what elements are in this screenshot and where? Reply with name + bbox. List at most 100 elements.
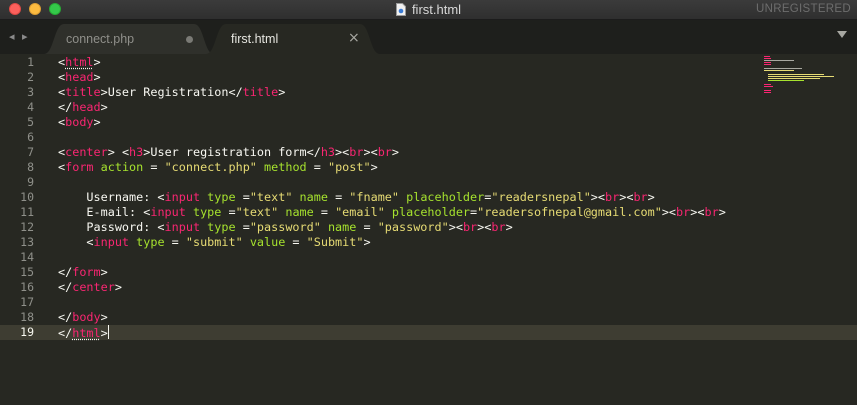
code-token: type: [207, 220, 236, 234]
code-token: form: [65, 160, 94, 174]
code-line[interactable]: 2 <head>: [0, 70, 857, 85]
code-line[interactable]: 1 <html>: [0, 55, 857, 70]
code-token: br: [704, 205, 719, 219]
code-token: ><: [477, 220, 492, 234]
line-number: 11: [20, 205, 34, 219]
code-line[interactable]: 13 <input type = "submit" value = "Submi…: [0, 235, 857, 250]
code-token: center: [72, 280, 115, 294]
code-text: </form>: [58, 265, 108, 280]
code-token: html: [72, 326, 101, 340]
code-token: "password": [377, 220, 449, 234]
code-token: body: [72, 310, 101, 324]
code-token: value: [249, 235, 286, 249]
code-line[interactable]: 12 Password: <input type ="password" nam…: [0, 220, 857, 235]
code-token: >: [93, 70, 101, 84]
code-token: name: [299, 190, 328, 204]
code-token: =: [313, 205, 336, 219]
code-token: br: [377, 145, 392, 159]
code-token: "text": [235, 205, 279, 219]
code-line[interactable]: 6: [0, 130, 857, 145]
code-token: =: [164, 235, 186, 249]
line-number: 5: [27, 115, 34, 129]
code-token: =: [306, 160, 328, 174]
code-line[interactable]: 16 </center>: [0, 280, 857, 295]
code-token: "fname": [349, 190, 399, 204]
code-token: "readersofnepal@gmail.com": [477, 205, 662, 219]
code-token: =: [235, 220, 250, 234]
code-editor[interactable]: 1 <html> 2 <head> 3 <title>User Registration<…: [0, 54, 857, 405]
code-token: input: [164, 190, 201, 204]
line-number: 2: [27, 70, 34, 84]
code-text: Username: <input type ="text" name = "fn…: [58, 190, 655, 205]
code-token: action: [100, 160, 144, 174]
code-token: br: [462, 220, 478, 234]
code-text: </body>: [58, 310, 108, 325]
code-line[interactable]: 15 </form>: [0, 265, 857, 280]
code-token: "post": [327, 160, 371, 174]
code-token: h3: [320, 145, 336, 159]
code-line[interactable]: 7 <center> <h3>User registration form</h3…: [0, 145, 857, 160]
code-line[interactable]: 10 Username: <input type ="text" name = …: [0, 190, 857, 205]
code-line[interactable]: 17: [0, 295, 857, 310]
code-token: </: [58, 326, 73, 340]
code-line[interactable]: 18 </body>: [0, 310, 857, 325]
tab-list-dropdown-icon[interactable]: [837, 31, 847, 38]
code-token: br: [633, 190, 648, 204]
close-tab-icon[interactable]: ×: [348, 30, 360, 46]
tab-label: first.html: [231, 32, 279, 46]
minimap[interactable]: [764, 56, 854, 96]
code-token: ><: [690, 205, 705, 219]
code-token: "readersnepal": [491, 190, 591, 204]
code-token: name: [327, 220, 357, 234]
code-token: >: [100, 326, 108, 340]
code-line[interactable]: 14: [0, 250, 857, 265]
tab-nav-arrows-icon[interactable]: ◂ ▸: [9, 30, 30, 43]
code-text: </center>: [58, 280, 122, 295]
document-icon: [395, 3, 406, 19]
code-text: <input type = "submit" value = "Submit">: [58, 235, 370, 250]
code-line[interactable]: 19 </html>: [0, 325, 857, 340]
code-token: placeholder: [406, 190, 485, 204]
code-token: type: [136, 235, 165, 249]
line-number: 13: [20, 235, 34, 249]
code-text: <body>: [58, 115, 101, 130]
code-line[interactable]: 11 E-mail: <input type ="text" name = "e…: [0, 205, 857, 220]
code-line[interactable]: 5 <body>: [0, 115, 857, 130]
code-token: "submit": [185, 235, 243, 249]
title-bar: first.html UNREGISTERED: [0, 0, 857, 20]
code-token: ><: [448, 220, 463, 234]
code-token: br: [605, 190, 620, 204]
code-line[interactable]: 4 </head>: [0, 100, 857, 115]
code-token: > <: [107, 145, 130, 159]
code-token: >: [93, 115, 101, 129]
code-token: >: [505, 220, 513, 234]
code-line[interactable]: 9: [0, 175, 857, 190]
code-line[interactable]: 8 <form action = "connect.php" method = "…: [0, 160, 857, 175]
tab-bar: ◂ ▸ connect.php first.html ×: [0, 20, 857, 54]
code-token: >: [647, 190, 655, 204]
line-number: 3: [27, 85, 34, 99]
code-token: head: [72, 100, 101, 114]
code-token: "email": [335, 205, 385, 219]
code-token: input: [164, 220, 201, 234]
code-token: Password: <: [58, 220, 165, 234]
code-text: <form action = "connect.php" method = "p…: [58, 160, 378, 175]
code-token: ><: [661, 205, 677, 219]
code-token: method: [264, 160, 307, 174]
code-line[interactable]: 3 <title>User Registration</title>: [0, 85, 857, 100]
tab-connect-php[interactable]: connect.php: [44, 24, 214, 54]
tab-first-html[interactable]: first.html ×: [206, 24, 380, 54]
code-token: title: [242, 85, 279, 99]
unsaved-dot-icon[interactable]: [186, 36, 193, 43]
code-token: input: [150, 205, 186, 219]
code-token: body: [65, 115, 94, 129]
code-token: "password": [249, 220, 321, 234]
code-token: type: [207, 190, 236, 204]
code-token: >: [100, 310, 108, 324]
text-cursor: [107, 325, 109, 339]
